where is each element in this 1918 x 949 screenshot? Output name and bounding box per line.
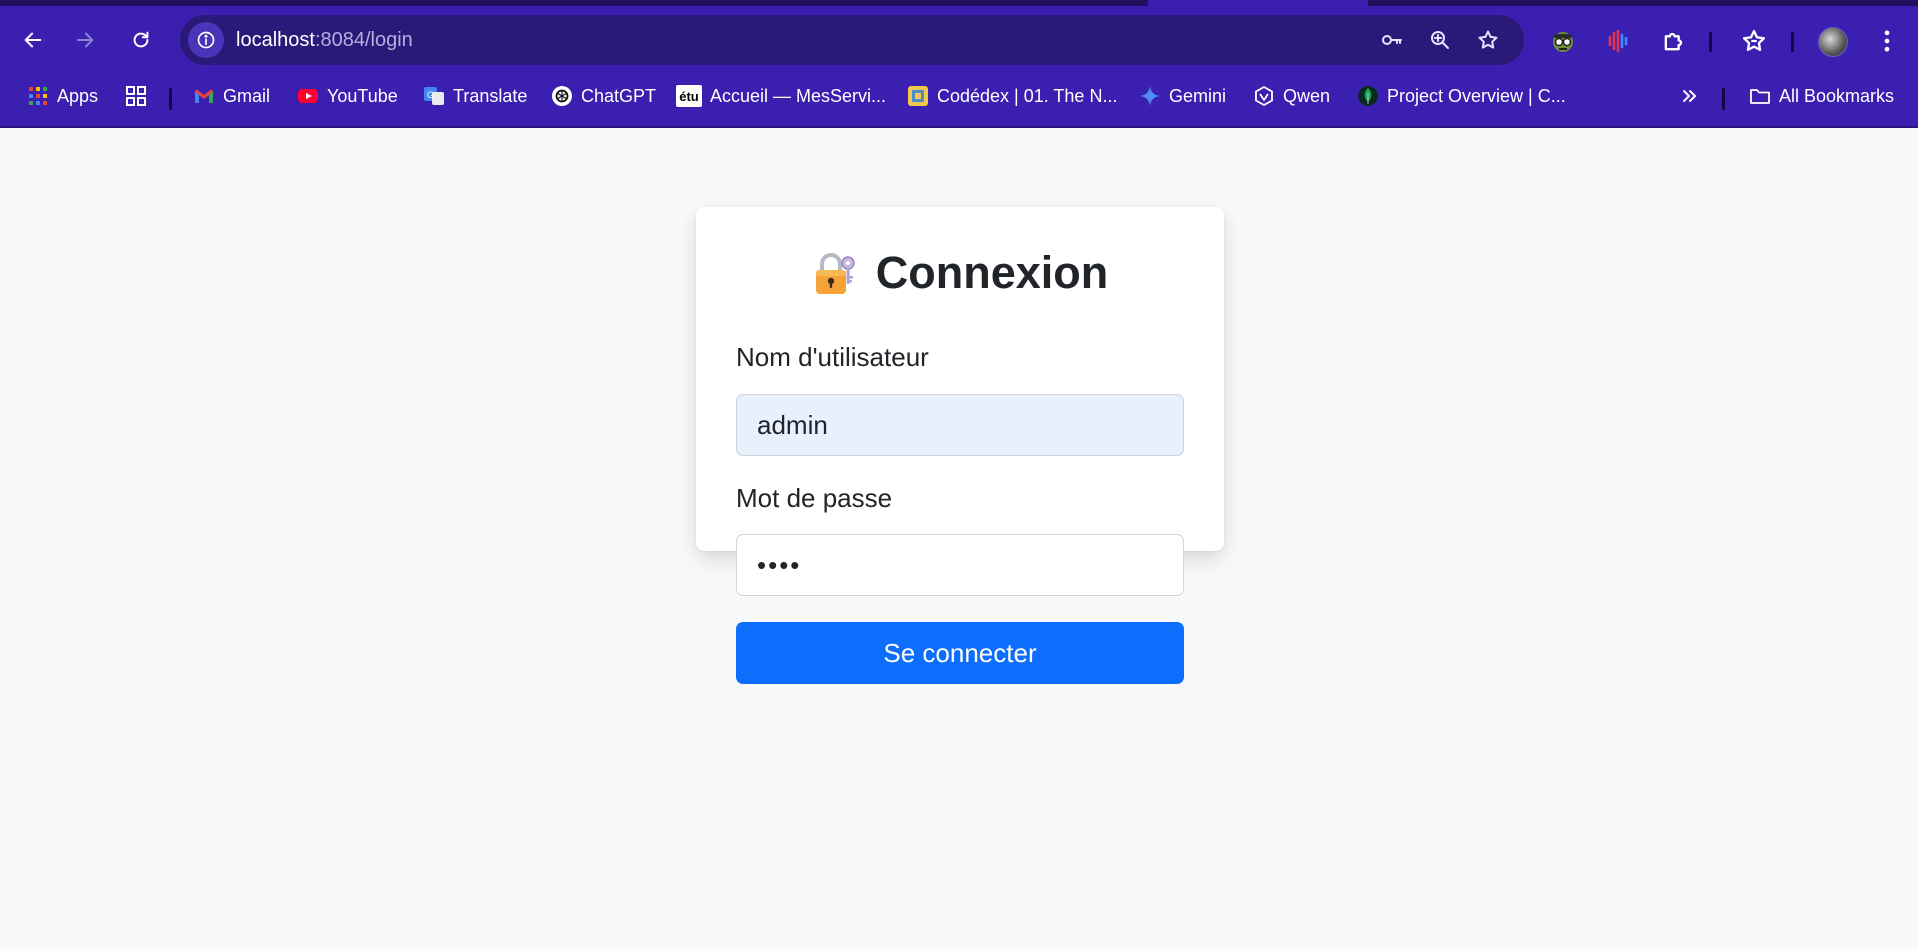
forward-button[interactable]: [67, 22, 103, 58]
kebab-menu-icon: [1884, 30, 1890, 52]
youtube-icon: [297, 85, 319, 107]
all-bookmarks-button[interactable]: All Bookmarks: [1749, 82, 1894, 110]
extension-audio-button[interactable]: [1602, 25, 1634, 57]
apps-grid-icon: [27, 85, 49, 107]
etu-badge-text: étu: [679, 88, 699, 104]
google-translate-icon: G: [423, 85, 445, 107]
bookmark-label: Project Overview | C...: [1387, 85, 1566, 106]
reload-icon: [133, 31, 149, 48]
key-icon: [1382, 35, 1402, 45]
gemini-icon: [1139, 85, 1161, 107]
bookmark-label: Gmail: [223, 85, 271, 106]
password-key-button[interactable]: [1378, 26, 1406, 54]
bookmark-label: ChatGPT: [581, 85, 657, 106]
gmail-icon: [193, 85, 215, 107]
url-path: :8084/login: [314, 29, 413, 51]
bookmark-label: Gemini: [1169, 85, 1227, 106]
puzzle-icon: [1664, 32, 1683, 51]
bookmark-messervices[interactable]: étu Accueil — MesServi...: [676, 82, 886, 110]
address-bar[interactable]: localhost:8084/login: [180, 15, 1524, 65]
toolbar-separator: [1709, 32, 1712, 52]
toolbar-separator-2: [1791, 32, 1794, 52]
page-content: Connexion Nom d'utilisateur admin Mot de…: [0, 128, 1918, 949]
bookmark-codedex[interactable]: Codédex | 01. The N...: [907, 82, 1117, 110]
login-submit-button[interactable]: Se connecter: [736, 622, 1184, 684]
all-bookmarks-label: All Bookmarks: [1779, 85, 1895, 106]
lock-key-icon: [815, 253, 855, 294]
bookmark-label: Qwen: [1283, 85, 1331, 106]
url-host: localhost: [236, 29, 315, 51]
browser-menu-button[interactable]: [1871, 25, 1903, 57]
info-icon: [197, 31, 215, 49]
bookmark-apps[interactable]: Apps: [27, 82, 98, 110]
bookmark-star-button[interactable]: [1474, 26, 1502, 54]
url-text[interactable]: localhost:8084/login: [236, 29, 413, 52]
username-label: Nom d'utilisateur: [736, 342, 929, 372]
page-title: Connexion: [875, 247, 1109, 298]
bookmark-project-overview[interactable]: Project Overview | C...: [1357, 82, 1566, 110]
username-input[interactable]: admin: [736, 394, 1184, 456]
password-value: ••••: [757, 549, 802, 580]
etu-icon: étu: [676, 85, 702, 107]
bookmark-label: Accueil — MesServi...: [710, 85, 887, 106]
arrow-left-icon: [24, 32, 42, 48]
login-heading: Connexion: [696, 247, 1224, 299]
bookmarks-separator: [169, 88, 172, 110]
zoom-button[interactable]: [1426, 26, 1454, 54]
bookmarks-bar: Apps Gmail YouTube G Translate ChatGPT é…: [0, 76, 1918, 116]
codedex-icon: [907, 85, 929, 107]
arrow-right-icon: [76, 32, 94, 48]
password-label: Mot de passe: [736, 483, 893, 513]
more-bookmarks-button[interactable]: [1678, 82, 1700, 110]
browser-toolbar: localhost:8084/login: [0, 6, 1918, 76]
bookmark-label: Translate: [453, 85, 528, 106]
folder-icon: [1749, 85, 1771, 107]
browser-chrome: localhost:8084/login Apps Gmail YouTube …: [0, 0, 1918, 128]
star-outline-icon: [1478, 30, 1498, 49]
bookmarks-separator-2: [1722, 88, 1725, 110]
bookmark-translate[interactable]: G Translate: [423, 82, 527, 110]
extension-spy-button[interactable]: [1547, 25, 1579, 57]
reading-list-button[interactable]: [1738, 25, 1770, 57]
chevron-double-right-icon: [1678, 85, 1700, 107]
mongodb-leaf-icon: [1357, 85, 1379, 107]
profile-avatar[interactable]: [1818, 27, 1848, 57]
bookmark-tab-groups[interactable]: [125, 82, 147, 110]
username-value: admin: [757, 409, 828, 440]
site-info-button[interactable]: [188, 22, 224, 58]
tab-groups-icon: [125, 85, 147, 107]
qwen-icon: [1253, 85, 1275, 107]
bookmark-qwen[interactable]: Qwen: [1253, 82, 1330, 110]
bookmark-gmail[interactable]: Gmail: [193, 82, 270, 110]
bookmark-label: Codédex | 01. The N...: [937, 85, 1118, 106]
spy-glasses-icon: [1553, 32, 1573, 52]
login-card: Connexion Nom d'utilisateur admin Mot de…: [696, 207, 1224, 684]
svg-text:G: G: [427, 90, 434, 100]
bookmark-label: Apps: [57, 85, 99, 106]
password-input[interactable]: ••••: [736, 534, 1184, 596]
zoom-in-icon: [1431, 31, 1449, 49]
sound-wave-icon: [1608, 29, 1628, 53]
extensions-button[interactable]: [1658, 25, 1690, 57]
reload-button[interactable]: [123, 22, 159, 58]
bookmark-label: YouTube: [327, 85, 398, 106]
star-list-icon: [1742, 29, 1766, 52]
back-button[interactable]: [15, 22, 51, 58]
bookmark-youtube[interactable]: YouTube: [297, 82, 398, 110]
chatgpt-icon: [551, 85, 573, 107]
bookmark-chatgpt[interactable]: ChatGPT: [551, 82, 656, 110]
bookmark-gemini[interactable]: Gemini: [1139, 82, 1226, 110]
